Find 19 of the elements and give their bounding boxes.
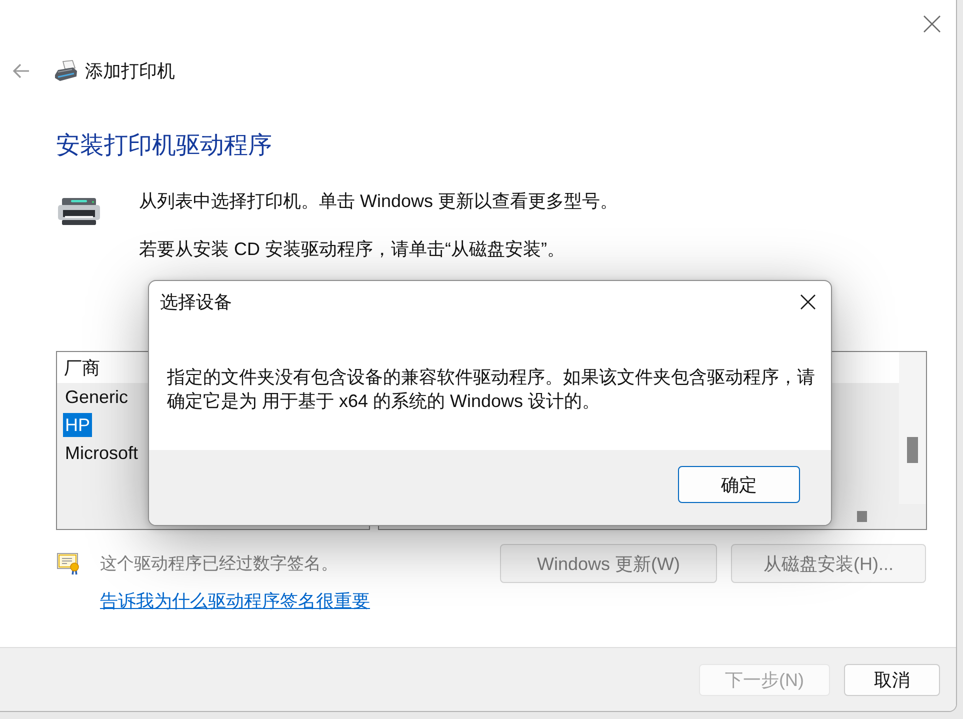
printer-icon <box>54 60 78 82</box>
scrollbar-thumb[interactable] <box>857 511 867 522</box>
certificate-icon <box>57 552 81 574</box>
list-item[interactable]: Generic <box>63 385 130 409</box>
back-arrow-icon[interactable] <box>12 63 30 79</box>
ok-button[interactable]: 确定 <box>678 466 800 503</box>
help-link[interactable]: 告诉我为什么驱动程序签名很重要 <box>100 591 370 611</box>
list-item[interactable]: Microsoft <box>63 441 140 465</box>
window-title: 添加打印机 <box>85 60 175 82</box>
instruction-text: 从列表中选择打印机。单击 Windows 更新以查看更多型号。 <box>139 190 618 213</box>
printer-icon <box>57 197 101 227</box>
dialog-title: 选择设备 <box>160 291 232 314</box>
page-heading: 安装打印机驱动程序 <box>56 132 272 160</box>
cancel-button[interactable]: 取消 <box>844 664 940 696</box>
close-icon[interactable] <box>800 294 816 310</box>
list-item[interactable]: HP <box>63 413 92 437</box>
scrollbar-thumb[interactable] <box>907 437 918 463</box>
instruction-text: 若要从安装 CD 安装驱动程序，请单击“从磁盘安装”。 <box>139 238 565 261</box>
signature-status: 这个驱动程序已经过数字签名。 <box>100 552 338 574</box>
